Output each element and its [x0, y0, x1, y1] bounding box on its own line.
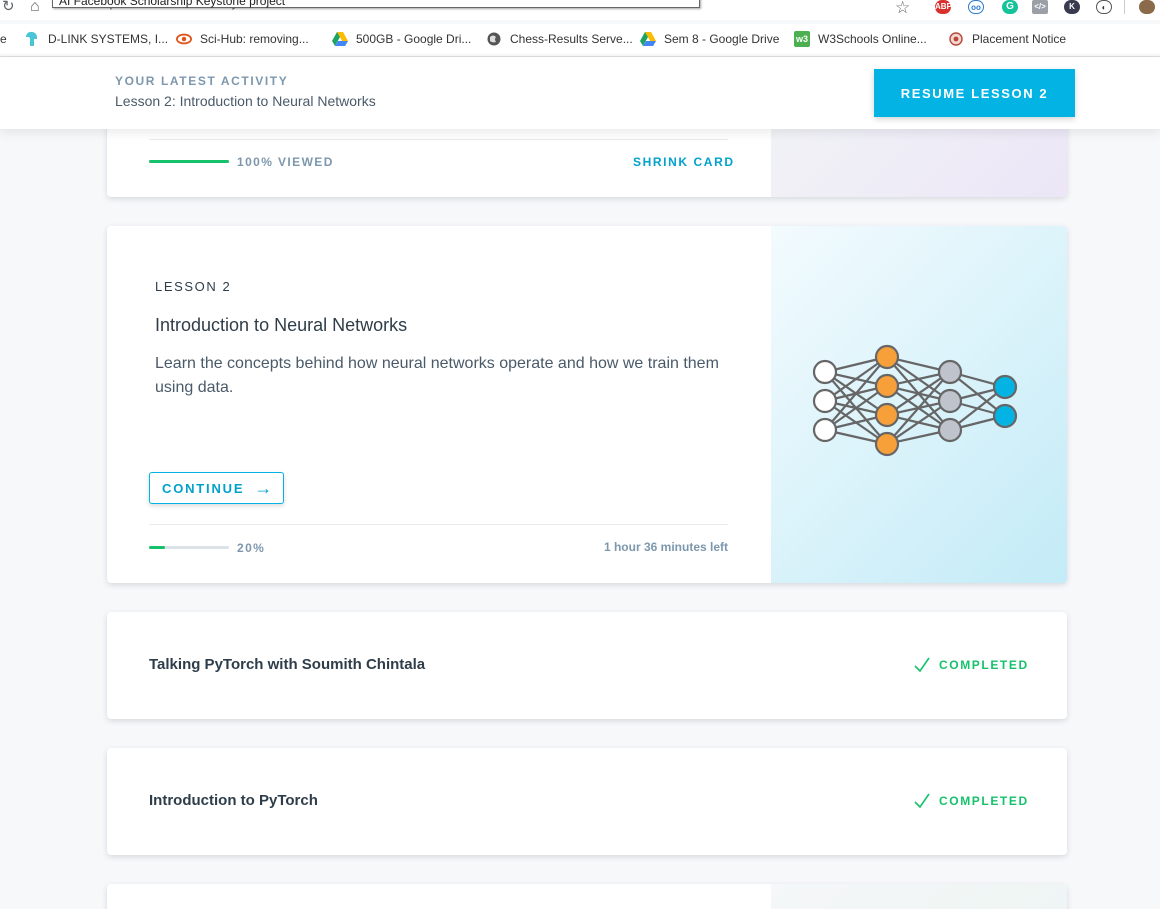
k-extension-icon[interactable]: K: [1064, 0, 1080, 14]
lesson-description: Learn the concepts behind how neural net…: [155, 355, 719, 396]
bookmark-500gb-drive[interactable]: 500GB - Google Dri...: [332, 30, 471, 48]
network-node: [992, 403, 1018, 429]
progress-fill: [149, 546, 165, 549]
network-node: [937, 417, 963, 443]
browser-toolbar: ↻ ⌂ https://classroom.udacity.com/course…: [0, 0, 1160, 20]
completed-badge: COMPLETED: [913, 792, 1029, 810]
progress-text: 100% VIEWED: [237, 155, 334, 169]
network-node: [874, 431, 900, 457]
progress-fill: [149, 160, 229, 163]
network-node: [992, 374, 1018, 400]
card-divider: [149, 524, 728, 525]
home-icon[interactable]: ⌂: [30, 0, 40, 15]
sci-hub-icon: [176, 31, 192, 47]
checkmark-icon: [914, 793, 930, 809]
activity-label: YOUR LATEST ACTIVITY: [115, 74, 289, 88]
concept-card[interactable]: Talking PyTorch with Soumith Chintala CO…: [107, 612, 1067, 719]
code-extension-icon[interactable]: </>: [1032, 0, 1048, 14]
bookmark-scihub[interactable]: Sci-Hub: removing...: [176, 30, 309, 48]
lesson-title: Introduction to Neural Networks: [155, 315, 408, 335]
card-divider: [149, 139, 728, 140]
bookmarks-bar: e D-LINK SYSTEMS, I... Sci-Hub: removing…: [0, 24, 1160, 54]
profile-avatar[interactable]: [1139, 0, 1155, 14]
neural-network-illustration: [812, 344, 1018, 457]
network-node: [874, 373, 900, 399]
shrink-card-button[interactable]: SHRINK CARD: [633, 155, 735, 169]
bookmark-truncated[interactable]: e: [0, 30, 7, 48]
lesson-label: LESSON 2: [155, 279, 232, 294]
arrow-right-icon: →: [254, 477, 275, 498]
lesson-card: LESSON 2 Introduction to Neural Networks…: [107, 226, 1067, 583]
network-node: [874, 402, 900, 428]
bookmark-sem8-drive[interactable]: Sem 8 - Google Drive: [640, 30, 779, 48]
globe-icon: [486, 31, 502, 47]
time-left: 1 hour 36 minutes left: [603, 540, 728, 554]
google-drive-icon: [332, 31, 348, 47]
network-node: [812, 388, 838, 414]
college-seal-icon: [948, 31, 964, 47]
tp-link-icon: [24, 31, 40, 47]
bookmark-w3schools[interactable]: w3 W3Schools Online...: [794, 30, 927, 48]
progress-bar: [149, 546, 229, 549]
concept-card[interactable]: Introduction to PyTorch COMPLETED: [107, 748, 1067, 855]
network-node: [812, 417, 838, 443]
google-drive-icon: [640, 31, 656, 47]
progress-text: 20%: [237, 541, 266, 555]
continue-label: CONTINUE: [162, 480, 245, 496]
lesson-art-panel: [771, 226, 1067, 583]
activity-title[interactable]: Lesson 2: Introduction to Neural Network…: [115, 93, 376, 109]
concept-title: Talking PyTorch with Soumith Chintala: [149, 656, 426, 673]
reload-icon[interactable]: ↻: [2, 0, 15, 14]
card-art-panel: [771, 884, 1067, 909]
w3schools-icon: w3: [794, 31, 810, 47]
toolbar-divider: [1124, 0, 1125, 14]
tab-tooltip: AI Facebook Scholarship Keystone project: [52, 0, 700, 8]
continue-button[interactable]: CONTINUE →: [149, 472, 284, 504]
grammarly-icon[interactable]: G: [1002, 0, 1018, 14]
bookmark-placement-notice[interactable]: Placement Notice: [948, 30, 1066, 48]
speed-extension-icon[interactable]: ◐: [1096, 0, 1112, 14]
network-node: [937, 359, 963, 385]
next-lesson-card: [107, 884, 1067, 909]
completed-badge: COMPLETED: [913, 656, 1029, 674]
progress-bar: [149, 160, 229, 163]
concept-title: Introduction to PyTorch: [149, 792, 318, 809]
network-node: [812, 359, 838, 385]
latest-activity-header: YOUR LATEST ACTIVITY Lesson 2: Introduct…: [0, 57, 1160, 129]
adblock-plus-icon[interactable]: ABP: [935, 0, 952, 14]
network-node: [937, 388, 963, 414]
checkmark-icon: [914, 657, 930, 673]
bookmark-dlink[interactable]: D-LINK SYSTEMS, I...: [24, 30, 168, 48]
resume-lesson-button[interactable]: RESUME LESSON 2: [874, 69, 1075, 117]
extension-owl-icon[interactable]: oo: [968, 0, 984, 14]
network-node: [874, 344, 900, 370]
bookmark-star-icon[interactable]: ☆: [895, 0, 910, 18]
bookmark-chess-results[interactable]: Chess-Results Serve...: [486, 30, 633, 48]
